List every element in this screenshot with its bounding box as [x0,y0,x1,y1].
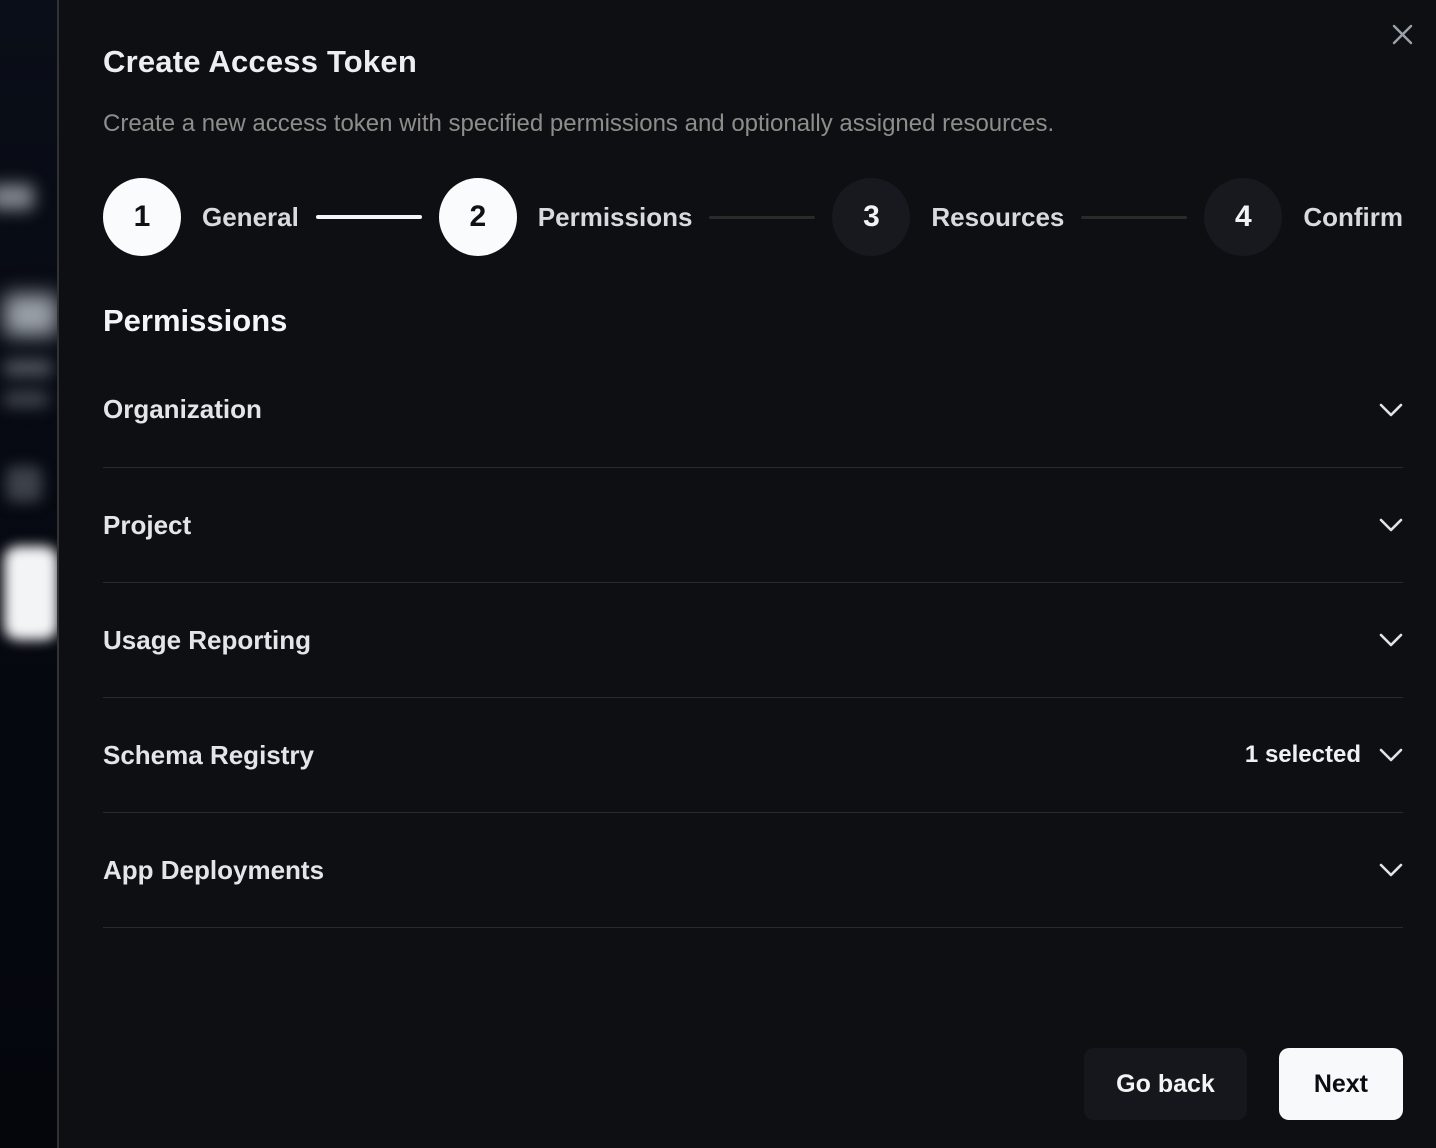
step-connector-active [316,215,422,219]
close-button[interactable] [1381,13,1423,55]
selection-count: 1 selected [1245,741,1361,769]
step-label: General [202,202,299,233]
group-label: Usage Reporting [103,625,1379,656]
dialog-title: Create Access Token [103,0,1403,80]
next-button[interactable]: Next [1279,1048,1403,1120]
go-back-button[interactable]: Go back [1084,1048,1247,1120]
step-connector [709,216,815,219]
step-label: Resources [931,202,1064,233]
background-blur-text [4,360,52,376]
step-number-badge: 1 [103,178,181,256]
background-blur-button [4,546,57,640]
step-resources[interactable]: 3 Resources [832,178,1064,256]
step-general[interactable]: 1 General [103,178,299,256]
step-connector [1081,216,1187,219]
close-icon [1392,24,1413,45]
chevron-down-icon [1379,633,1403,647]
background-blur-text [4,392,48,406]
accordion-row-schema-registry[interactable]: Schema Registry 1 selected [103,698,1403,813]
accordion-row-usage-reporting[interactable]: Usage Reporting [103,583,1403,698]
step-label: Permissions [538,202,693,233]
create-access-token-dialog: Create Access Token Create a new access … [57,0,1436,1148]
chevron-down-icon [1379,863,1403,877]
background-page [0,0,57,1148]
group-label: Project [103,510,1379,541]
step-number-badge: 2 [439,178,517,256]
accordion-row-project[interactable]: Project [103,468,1403,583]
accordion-row-app-deployments[interactable]: App Deployments [103,813,1403,928]
dialog-footer: Go back Next [1084,1048,1403,1120]
chevron-down-icon [1379,403,1403,417]
step-number-badge: 4 [1204,178,1282,256]
dialog-subtitle: Create a new access token with specified… [103,110,1403,138]
background-blur-heading [4,294,57,336]
background-blur-icon [6,466,42,502]
group-label: App Deployments [103,855,1379,886]
chevron-down-icon [1379,518,1403,532]
group-label: Schema Registry [103,740,1245,771]
screen: Create Access Token Create a new access … [0,0,1436,1148]
permissions-heading: Permissions [103,302,1403,340]
background-blur-text [0,184,34,210]
step-number-badge: 3 [832,178,910,256]
step-permissions[interactable]: 2 Permissions [439,178,693,256]
stepper: 1 General 2 Permissions 3 Resources 4 Co… [103,178,1403,256]
permission-groups: Organization Project Usage Reporting [103,348,1403,928]
step-label: Confirm [1303,202,1403,233]
step-confirm[interactable]: 4 Confirm [1204,178,1403,256]
chevron-down-icon [1379,748,1403,762]
group-label: Organization [103,394,1379,425]
accordion-row-organization[interactable]: Organization [103,348,1403,468]
